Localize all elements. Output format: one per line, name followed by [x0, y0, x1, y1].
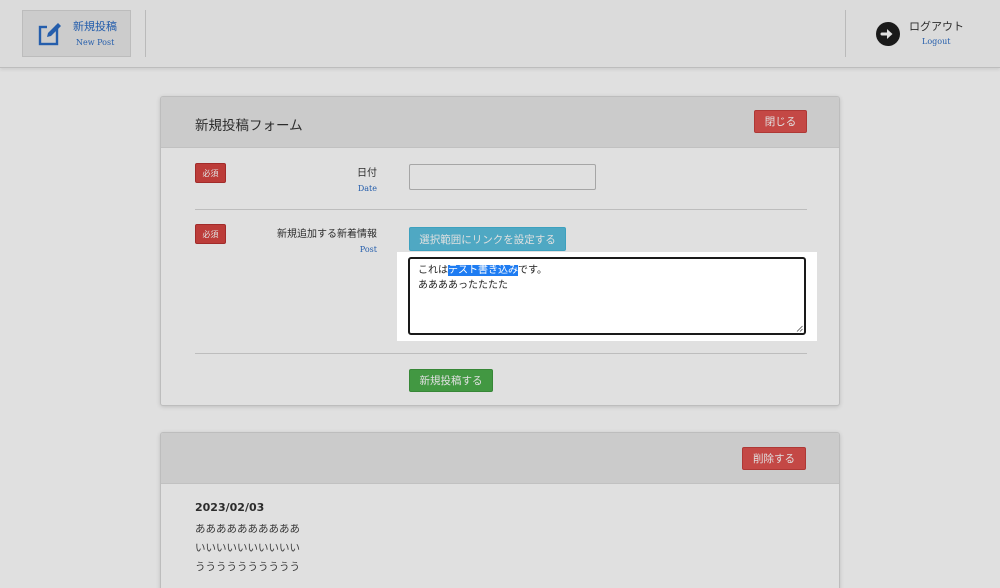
date-input[interactable] [409, 164, 596, 190]
post-date: 2023/02/03 [195, 501, 265, 514]
logout-label: ログアウト [909, 20, 964, 33]
post-text-line: ああああああああああ [195, 523, 300, 535]
post-card-header: 削除する [161, 433, 839, 484]
post-card: 削除する 2023/02/03 ああああああああああ いいいいいいいいいい うう… [160, 432, 840, 588]
post-textarea[interactable]: これはテスト書き込みです。 ああああったたたた [408, 257, 806, 335]
required-badge: 必須 [195, 224, 226, 244]
close-button[interactable]: 閉じる [754, 110, 807, 133]
header-divider [845, 10, 846, 57]
edit-icon [38, 23, 61, 46]
header-divider [145, 10, 146, 57]
logout-sublabel: Logout [922, 37, 951, 46]
required-badge: 必須 [195, 163, 226, 183]
textarea-text: です。 [518, 265, 547, 276]
form-title: 新規投稿フォーム [195, 118, 303, 134]
form-card-header: 新規投稿フォーム 閉じる [161, 97, 839, 148]
textarea-line: ああああったたたた [418, 280, 508, 291]
form-divider [195, 209, 807, 210]
top-navbar: 新規投稿 New Post ログアウト Logout [0, 0, 1000, 68]
resize-grip-icon[interactable] [796, 325, 803, 332]
delete-button[interactable]: 削除する [742, 447, 806, 470]
date-label-group: 日付 Date [357, 164, 377, 193]
submit-post-button[interactable]: 新規投稿する [409, 369, 493, 392]
post-text-line: うううううううううう [195, 561, 300, 573]
logout-button[interactable]: ログアウト Logout [862, 10, 982, 57]
new-post-button[interactable]: 新規投稿 New Post [22, 10, 131, 57]
new-post-label: 新規投稿 [73, 20, 117, 33]
post-label-group: 新規追加する新着情報 Post [277, 225, 377, 254]
arrow-right-circle-icon [876, 22, 900, 46]
date-label: 日付 [357, 168, 377, 179]
post-text-line: いいいいいいいいいい [195, 542, 300, 554]
textarea-spotlight: これはテスト書き込みです。 ああああったたたた [397, 252, 817, 341]
new-post-form-card: 新規投稿フォーム 閉じる 必須 日付 Date 必須 新規追加する新着情報 Po… [160, 96, 840, 406]
new-post-sublabel: New Post [76, 38, 115, 47]
form-divider [195, 353, 807, 354]
date-sublabel: Date [357, 184, 377, 193]
post-label: 新規追加する新着情報 [277, 229, 377, 240]
post-sublabel: Post [359, 245, 377, 254]
textarea-text: これは [418, 265, 448, 276]
textarea-line: これはテスト書き込みです。 [418, 263, 796, 278]
set-link-button[interactable]: 選択範囲にリンクを設定する [409, 227, 566, 251]
selected-text: テスト書き込み [448, 265, 518, 276]
